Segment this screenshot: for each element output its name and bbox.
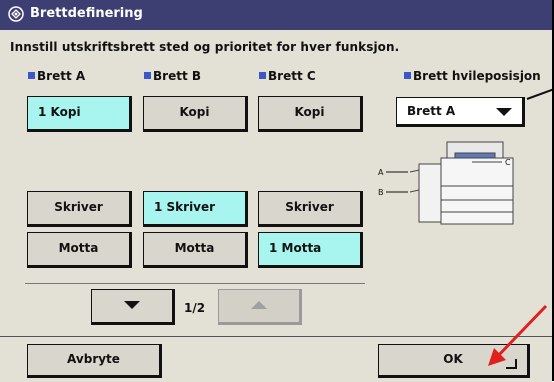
ok-button-label: OK xyxy=(443,352,463,366)
copy-tray-c-button[interactable]: Kopi xyxy=(258,96,363,132)
callout-line xyxy=(526,87,554,100)
printer-diagram: A B C xyxy=(378,141,514,225)
cancel-button[interactable]: Avbryte xyxy=(27,344,162,378)
page-indicator: 1/2 xyxy=(184,301,206,315)
footer-bar: Avbryte OK xyxy=(0,336,552,382)
column-header-tray-b: Brett B xyxy=(144,69,201,83)
receive-tray-b-button[interactable]: Motta xyxy=(143,232,248,268)
receive-tray-a-button[interactable]: Motta xyxy=(27,232,132,268)
standby-tray-value: Brett A xyxy=(407,104,456,118)
column-header-tray-a: Brett A xyxy=(28,69,85,83)
page-down-button[interactable] xyxy=(91,289,175,325)
dialog: Brettdefinering Innstill utskriftsbrett … xyxy=(0,0,554,382)
column-header-tray-c: Brett C xyxy=(259,69,316,83)
arrow-down-icon xyxy=(124,301,140,309)
diagram-label-c: C xyxy=(505,158,511,167)
printer-tray-a-button[interactable]: Skriver xyxy=(27,191,132,227)
arrow-up-icon xyxy=(251,301,267,309)
window-title: Brettdefinering xyxy=(30,6,143,21)
copy-tray-b-button[interactable]: Kopi xyxy=(143,96,248,132)
diagram-label-a: A xyxy=(378,168,384,177)
standby-tray-select[interactable]: Brett A xyxy=(396,97,525,127)
page-up-button[interactable] xyxy=(218,289,302,325)
instruction-text: Innstill utskriftsbrett sted og priorite… xyxy=(10,40,400,54)
column-header-standby: Brett hvileposisjon xyxy=(404,69,541,83)
title-bar: Brettdefinering xyxy=(0,0,552,30)
tray-settings-icon xyxy=(8,6,24,22)
chevron-down-icon xyxy=(496,108,512,116)
printer-tray-b-button[interactable]: 1 Skriver xyxy=(143,191,248,227)
receive-tray-c-button[interactable]: 1 Motta xyxy=(258,232,363,268)
printer-tray-c-button[interactable]: Skriver xyxy=(258,191,363,227)
copy-tray-a-button[interactable]: 1 Kopi xyxy=(27,96,132,132)
annotation-arrow xyxy=(488,304,548,366)
divider xyxy=(25,283,365,284)
diagram-label-b: B xyxy=(378,188,384,197)
